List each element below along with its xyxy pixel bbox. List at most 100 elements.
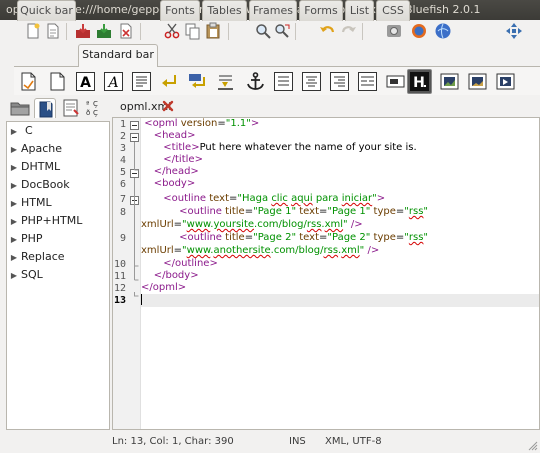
tab-fonts[interactable]: Fonts — [160, 0, 200, 21]
sidebar-item-php-html[interactable]: ▶ PHP+HTML — [7, 212, 82, 230]
line-number: 3 — [119, 143, 126, 154]
line-number: 2 — [119, 131, 126, 142]
comment-icon[interactable] — [357, 71, 378, 92]
anchor-icon[interactable] — [245, 71, 266, 92]
expand-arrow-icon[interactable]: ▶ — [7, 231, 21, 249]
paragraph-icon[interactable] — [131, 71, 152, 92]
move-icon[interactable] — [505, 22, 523, 40]
expand-arrow-icon[interactable]: ▶ — [7, 159, 21, 177]
email-icon[interactable] — [385, 71, 406, 92]
svg-text:A: A — [80, 75, 91, 91]
svg-text:A: A — [106, 75, 118, 91]
rule-icon[interactable] — [273, 71, 294, 92]
nbsp-icon[interactable] — [215, 71, 236, 92]
line-number: 4 — [119, 155, 126, 166]
code-line: </outline> — [163, 258, 218, 269]
status-bar: Ln: 13, Col: 1, Char: 390 INS XML, UTF-8 — [0, 430, 540, 453]
save-as-icon[interactable] — [95, 22, 113, 40]
sidebar-item-dhtml[interactable]: ▶ DHTML — [7, 158, 60, 176]
side-panel-tabs: ªÇðÇ — [6, 97, 110, 119]
sidebar-item-replace[interactable]: ▶ Replace — [7, 248, 65, 266]
div-icon[interactable] — [495, 71, 516, 92]
code-line: </body> — [153, 270, 199, 281]
cut-icon[interactable] — [163, 22, 181, 40]
expand-arrow-icon[interactable]: ▶ — [7, 267, 21, 285]
svg-text:ª: ª — [86, 100, 89, 108]
preferences-icon[interactable] — [385, 22, 403, 40]
bookmark-icon[interactable] — [34, 98, 56, 118]
new-file-icon[interactable] — [24, 22, 42, 40]
expand-arrow-icon[interactable]: ▶ — [7, 213, 21, 231]
file-encoding[interactable]: XML, UTF-8 — [325, 430, 382, 453]
image-icon[interactable] — [439, 71, 460, 92]
code-line: <title>Put here whatever the name of you… — [163, 142, 417, 153]
fullscreen-icon[interactable] — [434, 22, 452, 40]
code-line: </title> — [163, 154, 203, 165]
line-number: 5 — [119, 167, 126, 178]
charmap-icon[interactable]: ªÇðÇ — [84, 98, 106, 118]
copy-icon[interactable] — [183, 22, 201, 40]
sidebar-item-c[interactable]: ▶ C — [7, 122, 33, 140]
expand-arrow-icon[interactable]: ▶ — [7, 141, 21, 159]
italic-icon[interactable]: A — [103, 71, 124, 92]
save-icon[interactable] — [74, 22, 92, 40]
redo-icon[interactable] — [340, 22, 358, 40]
sidebar-item-php[interactable]: ▶ PHP — [7, 230, 43, 248]
tab-standard-bar[interactable]: Standard bar — [78, 44, 158, 68]
insert-mode[interactable]: INS — [289, 430, 306, 453]
tab-css[interactable]: CSS — [376, 0, 410, 21]
code-line: xmlUrl="www.anothersite.com/blog/rss.xml… — [141, 245, 380, 256]
sidebar-item-label: DocBook — [21, 178, 70, 191]
line-number: 7 — [119, 194, 126, 205]
snippets-icon[interactable] — [60, 98, 82, 118]
sidebar-item-label: Replace — [21, 250, 65, 263]
svg-text:H: H — [413, 75, 425, 91]
sidebar-item-label: HTML — [21, 196, 52, 209]
sidebar-item-label: SQL — [21, 268, 43, 281]
expand-arrow-icon[interactable]: ▶ — [7, 123, 21, 141]
find-icon[interactable] — [254, 22, 272, 40]
open-file-icon[interactable] — [44, 22, 62, 40]
tab-quick-bar[interactable]: Quick bar — [17, 0, 76, 21]
heading-icon[interactable]: H — [407, 69, 432, 94]
close-tab-icon[interactable] — [161, 99, 175, 113]
code-line-current — [141, 294, 539, 307]
right-icon[interactable] — [329, 71, 350, 92]
tab-list[interactable]: List — [345, 0, 374, 21]
standard-htmlbar: A A H — [14, 67, 540, 95]
quickstart-icon[interactable] — [18, 71, 39, 92]
expand-arrow-icon[interactable]: ▶ — [7, 249, 21, 267]
code-line: <outline text="Haga clic aqui para inici… — [163, 193, 386, 204]
tab-forms[interactable]: Forms — [299, 0, 343, 21]
fold-minus-icon[interactable] — [130, 121, 139, 130]
paste-icon[interactable] — [204, 22, 222, 40]
resize-grip-icon[interactable] — [528, 441, 538, 451]
code-line: </head> — [153, 166, 199, 177]
code-editor[interactable]: 1 2 3 4 5 6 7 8 9 10 11 12 13 <opml vers… — [112, 117, 540, 430]
tab-frames[interactable]: Frames — [249, 0, 297, 21]
break-clear-icon[interactable] — [187, 71, 208, 92]
find-replace-icon[interactable] — [273, 22, 291, 40]
cursor-position: Ln: 13, Col: 1, Char: 390 — [112, 436, 234, 447]
directory-icon[interactable] — [9, 98, 31, 118]
undo-icon[interactable] — [318, 22, 336, 40]
expand-arrow-icon[interactable]: ▶ — [7, 195, 21, 213]
sidebar-item-docbook[interactable]: ▶ DocBook — [7, 176, 70, 194]
body-icon[interactable] — [47, 71, 68, 92]
thumbnail-icon[interactable] — [467, 71, 488, 92]
browser-preview-icon[interactable] — [410, 22, 428, 40]
break-icon[interactable] — [159, 71, 180, 92]
tab-tables[interactable]: Tables — [202, 0, 247, 21]
line-number: 11 — [113, 271, 126, 282]
close-file-icon[interactable] — [117, 22, 135, 40]
sidebar-item-html[interactable]: ▶ HTML — [7, 194, 52, 212]
line-number: 9 — [119, 233, 126, 244]
expand-arrow-icon[interactable]: ▶ — [7, 177, 21, 195]
sidebar-item-label: C — [25, 124, 33, 137]
center-icon[interactable] — [301, 71, 322, 92]
bold-icon[interactable]: A — [75, 71, 96, 92]
sidebar-item-apache[interactable]: ▶ Apache — [7, 140, 62, 158]
sidebar-item-sql[interactable]: ▶ SQL — [7, 266, 43, 284]
sidebar-item-label: PHP — [21, 232, 43, 245]
sidebar-item-label: PHP+HTML — [21, 214, 83, 227]
